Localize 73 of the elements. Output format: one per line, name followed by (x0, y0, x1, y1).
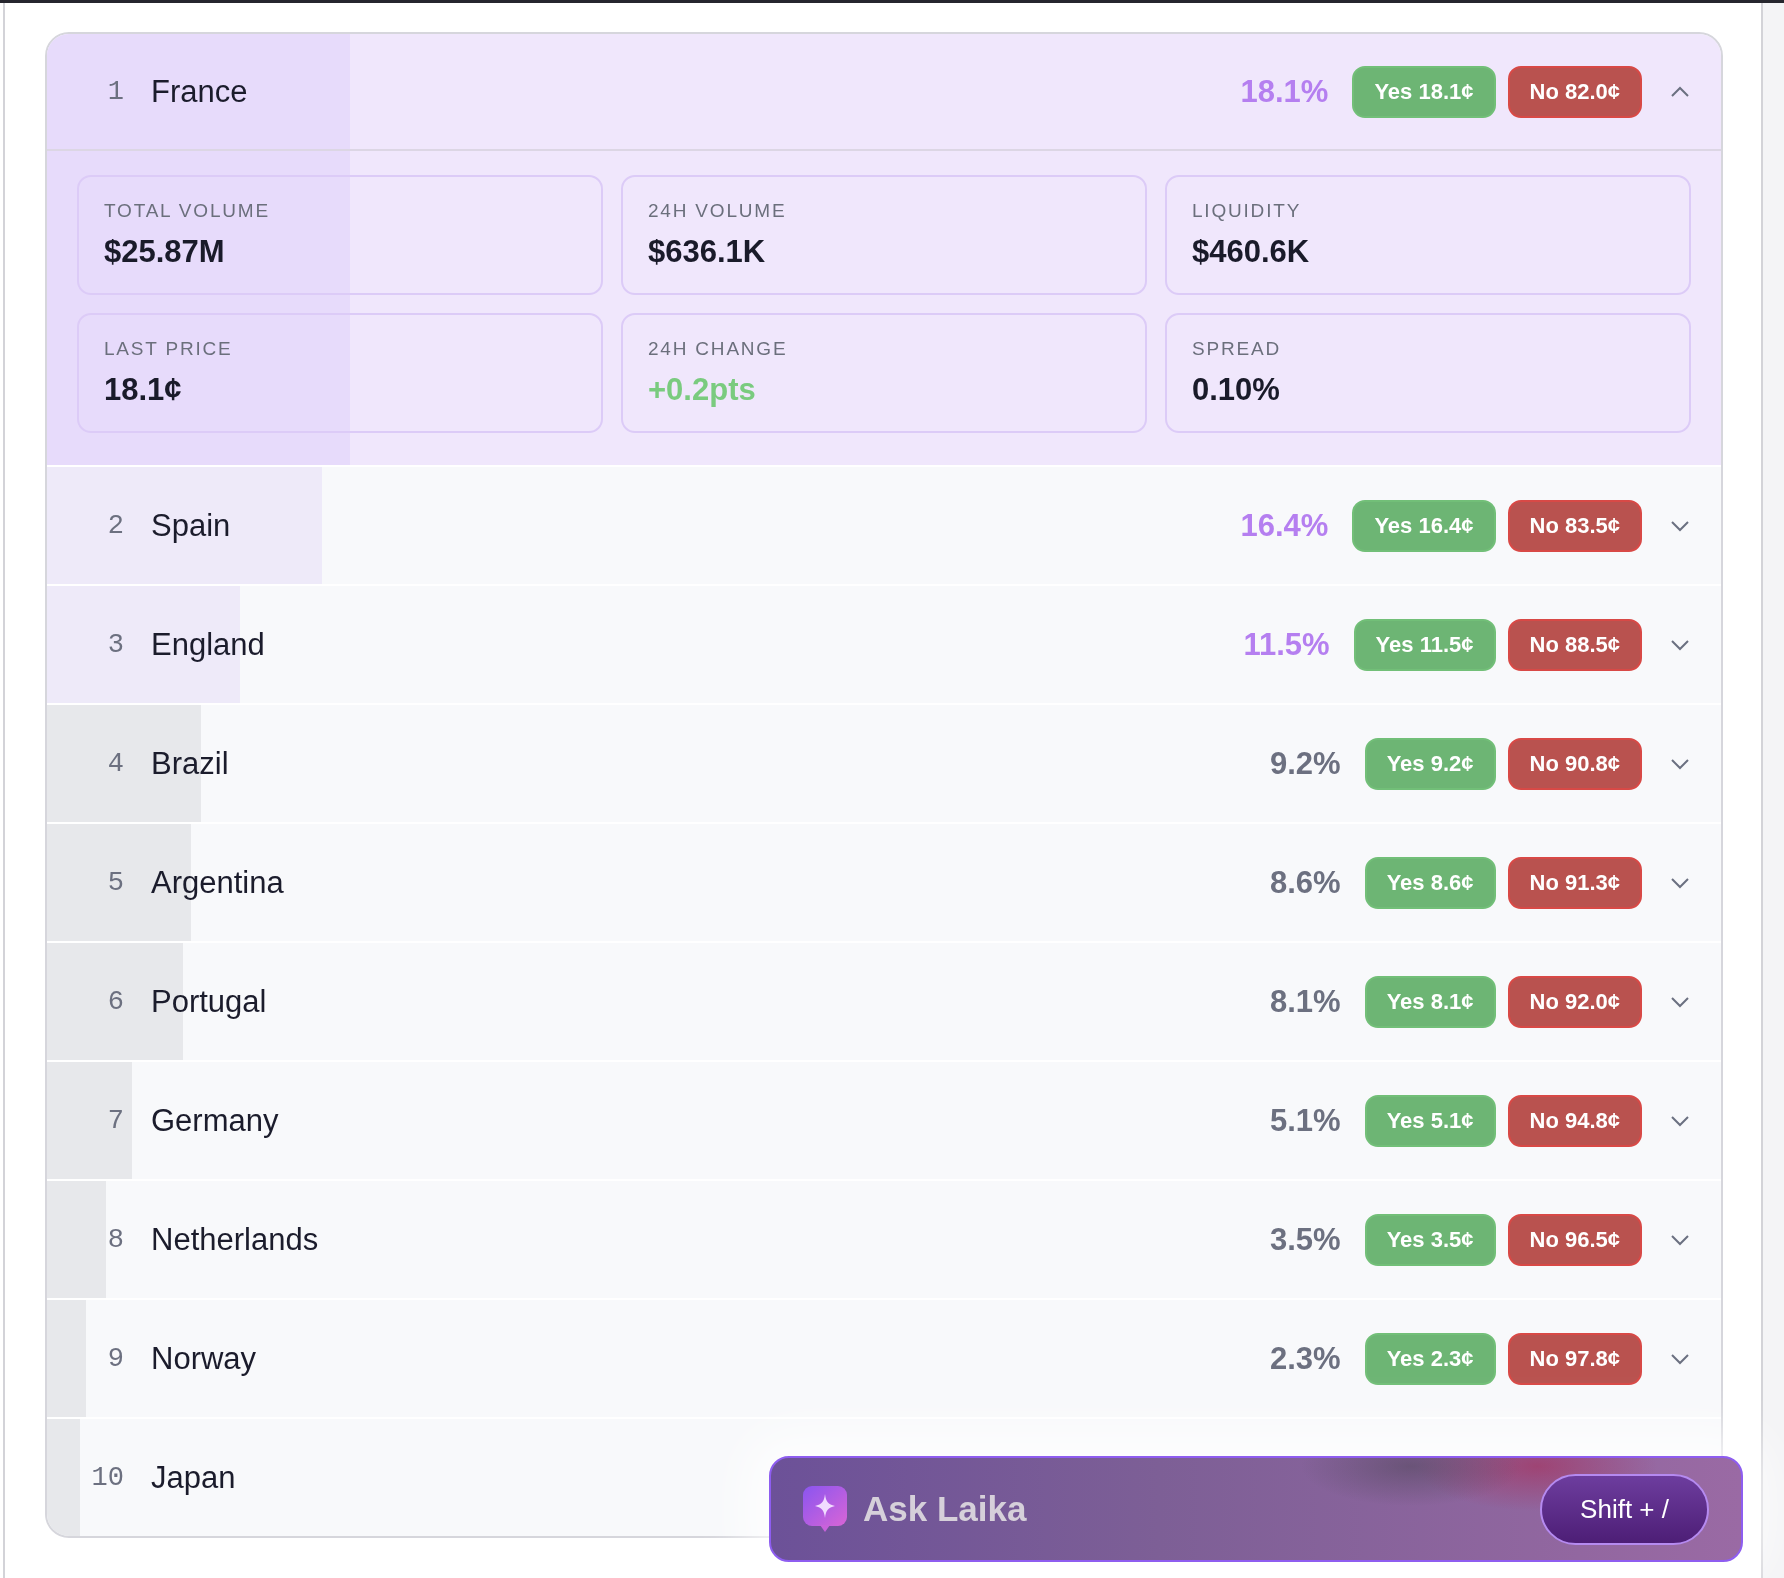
country-name: Norway (151, 1340, 257, 1377)
yes-button[interactable]: Yes 5.1¢ (1364, 1094, 1496, 1147)
stat-value: +0.2pts (648, 372, 756, 408)
country-name: Brazil (151, 745, 229, 782)
no-button[interactable]: No 92.0¢ (1507, 975, 1642, 1028)
expanded-row[interactable]: 1 France 18.1% Yes 18.1¢ No 82.0¢ TOTAL VOLUME $25.87M 24H VOLUME $636.1K LIQUIDITY $460.6K LAST PRICE 18.1¢ 24H CHANGE +0.2pts SPREAD 0.10% (47, 34, 1721, 465)
country-name: Argentina (151, 864, 284, 901)
yes-button[interactable]: Yes 11.5¢ (1353, 618, 1496, 671)
shortcut-hint: Shift + / (1540, 1473, 1709, 1545)
no-button[interactable]: No 97.8¢ (1507, 1332, 1642, 1385)
stat-label: SPREAD (1192, 338, 1281, 360)
probability-percent: 2.3% (1269, 1340, 1341, 1377)
probability-percent: 11.5% (1243, 626, 1330, 663)
country-name: Japan (151, 1459, 236, 1496)
rank-number: 5 (106, 867, 124, 898)
country-name: Netherlands (151, 1221, 319, 1258)
rank-number: 6 (106, 986, 124, 1017)
country-name: Germany (151, 1102, 279, 1139)
stat-value: $460.6K (1192, 234, 1310, 270)
stat-label: TOTAL VOLUME (104, 200, 270, 222)
chevron-up-icon[interactable] (1671, 86, 1689, 97)
stat-value: 0.10% (1192, 372, 1280, 408)
probability-percent: 8.1% (1269, 983, 1341, 1020)
chevron-down-icon[interactable] (1671, 639, 1689, 650)
chevron-down-icon[interactable] (1671, 1115, 1689, 1126)
stat-label: 24H CHANGE (648, 338, 788, 360)
rank-number: 9 (106, 1343, 124, 1374)
rank-number: 8 (106, 1224, 124, 1255)
yes-button[interactable]: Yes 8.6¢ (1364, 856, 1496, 909)
probability-percent: 3.5% (1269, 1221, 1341, 1258)
no-button[interactable]: No 96.5¢ (1507, 1213, 1642, 1266)
yes-button[interactable]: Yes 8.1¢ (1364, 975, 1496, 1028)
chevron-down-icon[interactable] (1671, 1353, 1689, 1364)
probability-percent: 9.2% (1269, 745, 1341, 782)
chevron-down-icon[interactable] (1671, 520, 1689, 531)
yes-button[interactable]: Yes 3.5¢ (1364, 1213, 1496, 1266)
no-button[interactable]: No 94.8¢ (1507, 1094, 1642, 1147)
yes-button[interactable]: Yes 16.4¢ (1352, 499, 1496, 552)
rank-number: 4 (106, 748, 124, 779)
probability-percent: 16.4% (1240, 507, 1329, 544)
ask-label: Ask Laika (863, 1489, 1027, 1529)
stat-value: 18.1¢ (104, 372, 182, 408)
country-name: England (151, 626, 265, 663)
rank-number: 2 (106, 510, 124, 541)
rank-number: 7 (106, 1105, 124, 1136)
country-name: Spain (151, 507, 231, 544)
chevron-down-icon[interactable] (1671, 1234, 1689, 1245)
country-name: Portugal (151, 983, 267, 1020)
rank-number: 10 (90, 1462, 124, 1493)
no-button[interactable]: No 88.5¢ (1507, 618, 1642, 671)
rank-number: 1 (106, 76, 124, 107)
probability-percent: 8.6% (1269, 864, 1341, 901)
sparkle-chat-icon (803, 1486, 847, 1532)
probability-percent: 18.1% (1240, 73, 1329, 110)
ask-assistant-bar[interactable]: Ask Laika Shift + / (769, 1456, 1743, 1562)
rank-number: 3 (106, 629, 124, 660)
chevron-down-icon[interactable] (1671, 758, 1689, 769)
no-button[interactable]: No 90.8¢ (1507, 737, 1642, 790)
no-button[interactable]: No 83.5¢ (1507, 499, 1642, 552)
no-button[interactable]: No 82.0¢ (1507, 65, 1642, 118)
probability-percent: 5.1% (1269, 1102, 1341, 1139)
no-button[interactable]: No 91.3¢ (1507, 856, 1642, 909)
chevron-down-icon[interactable] (1671, 996, 1689, 1007)
yes-button[interactable]: Yes 2.3¢ (1364, 1332, 1496, 1385)
chevron-down-icon[interactable] (1671, 877, 1689, 888)
yes-button[interactable]: Yes 18.1¢ (1352, 65, 1496, 118)
yes-button[interactable]: Yes 9.2¢ (1364, 737, 1496, 790)
stat-label: 24H VOLUME (648, 200, 787, 222)
stat-label: LIQUIDITY (1192, 200, 1302, 222)
stat-value: $636.1K (648, 234, 766, 270)
country-name: France (151, 73, 248, 110)
stat-label: LAST PRICE (104, 338, 233, 360)
stat-value: $25.87M (104, 234, 225, 270)
